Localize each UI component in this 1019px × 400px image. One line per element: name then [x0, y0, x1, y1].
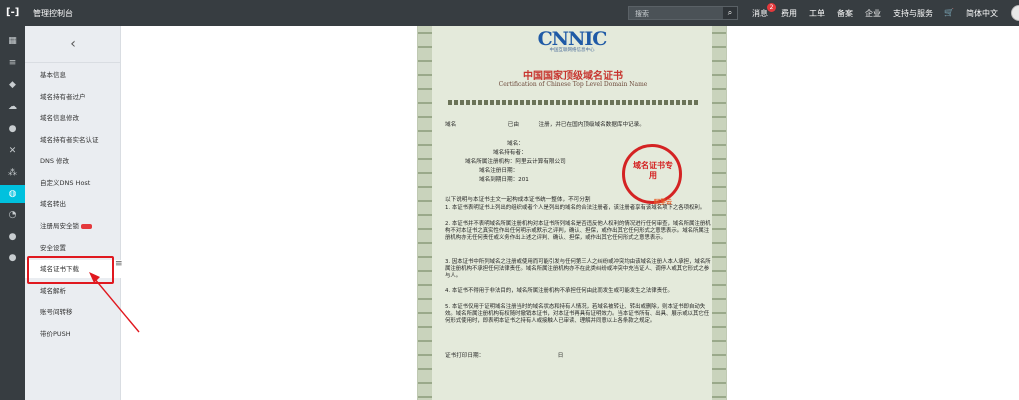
console-title[interactable]: 管理控制台 [33, 8, 73, 19]
print-date-label: 证书打印日期： [445, 353, 485, 359]
sidebar-item-info-modify[interactable]: 域名信息修改 [25, 109, 121, 127]
sidebar-item-basic-info[interactable]: 基本信息 [25, 66, 121, 84]
certificate-subtitle: Certification of Chinese Top Level Domai… [498, 81, 648, 88]
sidebar-item-price-push[interactable]: 带价PUSH [25, 325, 121, 343]
intro-suffix: 注册，并已在国内顶级域名数据库中记录。 [538, 122, 645, 128]
sidebar-item-security[interactable]: 安全设置 [25, 239, 121, 257]
avatar[interactable] [1011, 5, 1019, 21]
note-5: 5. 本证书仅用于证明域名注册当时的域名状态和持有人情况，若域名被转让、转出或删… [445, 304, 710, 325]
sidebar-item-dns-host[interactable]: 自定义DNS Host [25, 174, 121, 192]
sidebar-item-transfer-out[interactable]: 域名转出 [25, 195, 121, 213]
sidebar-item-account-transfer[interactable]: 账号间转移 [25, 303, 121, 321]
cart-icon[interactable]: 🛒 [944, 8, 954, 17]
new-badge [81, 223, 92, 229]
divider [25, 62, 121, 63]
sidebar-item-real-name[interactable]: 域名持有者实名认证 [25, 131, 121, 149]
cert-border-left [418, 26, 432, 400]
icon-rail: ▦ ≡ ◆ ☁ ● ✕ ⁂ ◍ ◔ ● ● [0, 26, 25, 400]
field-reg-date: 域名注册日期： [479, 168, 519, 174]
monitor-icon[interactable]: ● [0, 249, 25, 267]
nav-icp[interactable]: 备案 [837, 8, 853, 19]
search-box[interactable]: 搜索 ⌕ [628, 6, 738, 20]
top-bar: [-] 管理控制台 搜索 ⌕ 消息 2 费用 工单 备案 企业 支持与服务 🛒 … [0, 0, 1019, 26]
sidebar-item-dns-resolve[interactable]: 域名解析 [25, 282, 121, 300]
grid-icon[interactable]: ▦ [0, 32, 25, 50]
storage-icon[interactable]: ● [0, 228, 25, 246]
field-domain: 域名： [507, 141, 524, 147]
language-switch[interactable]: 简体中文 [966, 8, 998, 19]
print-date: 证书打印日期： 日 [445, 353, 563, 360]
notes-title: 以下说明与本证书主文一起构成本证书统一整体，不可分割 [445, 197, 591, 203]
globe-icon[interactable]: ◍ [0, 185, 25, 203]
print-date-suffix: 日 [557, 353, 564, 359]
sidebar-item-owner-transfer[interactable]: 域名持有者过户 [25, 88, 121, 106]
nav-support[interactable]: 支持与服务 [893, 8, 933, 19]
certificate-seal: 域名证书专用 [622, 144, 682, 204]
cloud-icon[interactable]: ☁ [0, 98, 25, 116]
sidebar-item-dns-modify[interactable]: DNS 修改 [25, 152, 121, 170]
cnnic-logo-subtitle: 中国互联网络信息中心 [549, 48, 595, 53]
nav-messages[interactable]: 消息 [752, 8, 768, 19]
database-icon[interactable]: ● [0, 120, 25, 138]
domain-sidebar: ‹ 基本信息 域名持有者过户 域名信息修改 域名持有者实名认证 DNS 修改 自… [25, 26, 121, 400]
certificate-title: 中国国家顶级域名证书 [523, 71, 623, 82]
network-icon[interactable]: ⁂ [0, 164, 25, 182]
note-4: 4. 本证书不得用于非法目的，域名所属注册机构不承担任何由此而发生或可能发生之法… [445, 288, 673, 294]
seal-text: 域名证书专用 [633, 161, 673, 180]
note-2: 2. 本证书并不表明域名所属注册机构对本证书所列域名是否违反他人权利的情况进行任… [445, 221, 711, 242]
chevron-left-icon[interactable]: ‹ [25, 30, 121, 58]
intro-mid: 已由 [507, 122, 519, 128]
certificate-intro: 域名 已由 注册，并已在国内顶级域名数据库中记录。 [445, 122, 645, 129]
cert-border-right [712, 26, 726, 400]
message-count-badge: 2 [767, 3, 776, 12]
tools-icon[interactable]: ✕ [0, 142, 25, 160]
nav-enterprise[interactable]: 企业 [865, 8, 881, 19]
field-holder: 域名持有者： [493, 150, 527, 156]
nav-tickets[interactable]: 工单 [809, 8, 825, 19]
list-icon[interactable]: ≡ [0, 54, 25, 72]
domain-certificate: CNNIC 中国互联网络信息中心 中国国家顶级域名证书 Certificatio… [417, 26, 727, 400]
intro-prefix: 域名 [445, 122, 457, 128]
settings-icon[interactable]: ◔ [0, 206, 25, 224]
note-1: 1. 本证书表明证书上列出的组织或者个人是列出的域名的合法注册者，该注册者享有该… [445, 205, 706, 211]
highlight-box [27, 256, 114, 284]
note-3: 3. 因本证书中所列域名之注册或使用而可能引发与任何第三人之纠纷或冲突均由该域名… [445, 259, 711, 280]
aliyun-logo-icon[interactable]: [-] [6, 7, 20, 19]
certificate-separator [448, 100, 698, 105]
search-icon[interactable]: ⌕ [723, 7, 737, 19]
shield-icon[interactable]: ◆ [0, 76, 25, 94]
field-exp-date: 域名到期日期：201 [479, 177, 529, 183]
sidebar-item-label: 注册局安全锁 [40, 222, 79, 230]
search-input[interactable]: 搜索 [635, 9, 649, 19]
nav-billing[interactable]: 费用 [781, 8, 797, 19]
field-registrar: 域名所属注册机构：阿里云计算有限公司 [465, 159, 566, 165]
sidebar-item-registry-lock[interactable]: 注册局安全锁 [25, 217, 121, 235]
